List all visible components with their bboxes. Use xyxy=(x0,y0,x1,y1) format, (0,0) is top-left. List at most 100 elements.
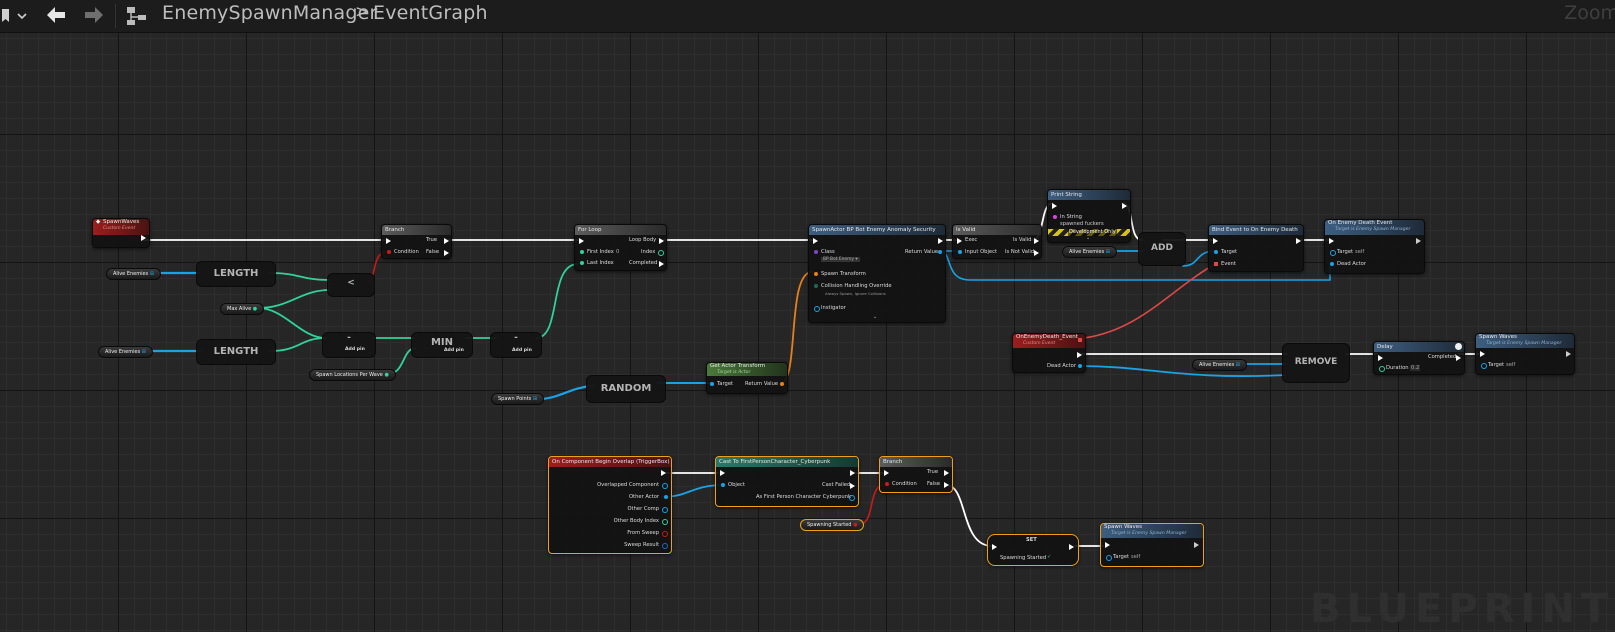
last-index-pin[interactable] xyxy=(580,261,584,265)
exec-true-pin[interactable] xyxy=(944,470,949,476)
sweep-result-pin[interactable] xyxy=(662,543,668,549)
exec-in-pin[interactable] xyxy=(579,238,584,244)
class-pin[interactable] xyxy=(814,250,818,254)
target-pin[interactable] xyxy=(1106,555,1112,561)
for-loop-node[interactable]: For Loop Loop Body First Index 0 Index L… xyxy=(574,224,667,271)
exec-true-pin[interactable] xyxy=(444,238,449,244)
exec-out-pin[interactable] xyxy=(850,470,855,476)
add-pin-button[interactable]: Add pin xyxy=(345,347,365,352)
get-actor-transform-node[interactable]: Get Actor Transform Target is Actor Targ… xyxy=(706,362,788,394)
exec-out-pin[interactable] xyxy=(938,238,943,244)
overlapped-component-pin[interactable] xyxy=(662,483,668,489)
min-node[interactable]: MIN Add pin xyxy=(411,332,473,358)
add-pin-button[interactable]: Add pin xyxy=(512,348,532,353)
condition-pin[interactable] xyxy=(885,482,889,486)
exec-out-pin[interactable] xyxy=(1194,542,1199,548)
exec-in-pin[interactable] xyxy=(720,470,725,476)
collision-dropdown[interactable]: Always Spawn, Ignore Collisions xyxy=(825,291,886,296)
dead-actor-pin[interactable] xyxy=(1330,262,1334,266)
event-delegate-pin[interactable] xyxy=(1214,262,1218,266)
target-pin[interactable] xyxy=(1330,250,1336,256)
subtract-node[interactable]: - Add pin xyxy=(322,332,376,358)
array-length-node[interactable]: LENGTH xyxy=(196,261,276,287)
exec-in-pin[interactable] xyxy=(1213,238,1218,244)
target-pin[interactable] xyxy=(710,382,714,386)
duration-pin[interactable] xyxy=(1379,366,1385,372)
spawn-locations-per-wave-getter[interactable]: Spawn Locations Per Wave ● xyxy=(309,369,396,381)
object-pin[interactable] xyxy=(721,483,725,487)
duration-value-field[interactable]: 0.2 xyxy=(1410,365,1421,371)
exec-out-pin[interactable] xyxy=(1296,238,1301,244)
on-component-begin-overlap-node[interactable]: On Component Begin Overlap (TriggerBox) … xyxy=(548,456,672,554)
index-pin[interactable] xyxy=(658,250,664,256)
exec-out-pin[interactable] xyxy=(1077,352,1082,358)
spawnwaves-event-node[interactable]: ◆ SpawnWaves Custom Event xyxy=(92,218,150,248)
checkbox-checked-icon[interactable]: ✓ xyxy=(1047,554,1051,560)
exec-out-pin[interactable] xyxy=(661,470,666,476)
input-object-pin[interactable] xyxy=(958,250,962,254)
add-pin-button[interactable]: Add pin xyxy=(444,348,464,353)
spawn-points-getter[interactable]: Spawn Points ⊞ xyxy=(491,393,545,405)
array-add-node[interactable]: ADD xyxy=(1138,232,1186,266)
exec-in-pin[interactable] xyxy=(386,238,391,244)
cast-failed-pin[interactable] xyxy=(850,483,855,489)
bind-event-node[interactable]: Bind Event to On Enemy Death Target Even… xyxy=(1208,224,1304,272)
completed-pin[interactable] xyxy=(659,261,664,267)
exec-out-pin[interactable] xyxy=(1069,544,1074,550)
completed-pin[interactable] xyxy=(1456,355,1461,361)
expand-chevron-icon[interactable]: ⌄ xyxy=(1086,235,1090,241)
spawn-waves-call-node[interactable]: Spawn Waves Target is Enemy Spawn Manage… xyxy=(1100,523,1204,567)
cast-to-character-node[interactable]: Cast To FirstPersonCharacter_Cyberpunk O… xyxy=(715,456,859,507)
print-string-node[interactable]: Print String In String spawned fuckers D… xyxy=(1047,189,1131,243)
exec-out-pin[interactable] xyxy=(1122,203,1127,209)
exec-in-pin[interactable] xyxy=(1105,542,1110,548)
return-value-pin[interactable] xyxy=(780,382,784,386)
array-remove-node[interactable]: REMOVE xyxy=(1282,343,1350,383)
alive-enemies-getter[interactable]: Alive Enemies ⊞ xyxy=(1192,359,1247,371)
return-value-pin[interactable] xyxy=(938,250,942,254)
branch-node[interactable]: Branch True Condition False xyxy=(879,456,953,493)
first-index-value[interactable]: 0 xyxy=(616,249,619,255)
array-length-node[interactable]: LENGTH xyxy=(196,339,276,365)
on-enemy-death-event-call-node[interactable]: On Enemy Death Event Target is Enemy Spa… xyxy=(1324,219,1425,274)
delegate-out-pin[interactable] xyxy=(1078,338,1082,342)
exec-in-pin[interactable] xyxy=(1378,355,1383,361)
exec-false-pin[interactable] xyxy=(444,250,449,256)
alive-enemies-getter[interactable]: Alive Enemies ⊞ xyxy=(106,268,161,280)
exec-in-pin[interactable] xyxy=(957,238,962,244)
expand-chevron-icon[interactable]: ⌄ xyxy=(873,314,877,320)
exec-out-pin[interactable] xyxy=(141,235,146,241)
delay-node[interactable]: Delay Completed Duration 0.2 xyxy=(1373,341,1465,375)
exec-in-pin[interactable] xyxy=(992,544,997,550)
spawn-actor-node[interactable]: SpawnActor BP Bot Enemy Anomaly Security… xyxy=(808,224,946,323)
on-enemy-death-custom-event-node[interactable]: OnEnemyDeath_Event Custom Event Dead Act… xyxy=(1012,333,1086,373)
in-string-pin[interactable] xyxy=(1053,215,1057,219)
alive-enemies-getter[interactable]: Alive Enemies ⊞ xyxy=(1062,246,1117,258)
exec-in-pin[interactable] xyxy=(1480,351,1485,357)
set-variable-node[interactable]: SET Spawning Started ✓ xyxy=(987,534,1079,566)
target-pin[interactable] xyxy=(1214,250,1218,254)
is-valid-node[interactable]: Is Valid Exec Is Valid Input Object Is N… xyxy=(952,224,1042,259)
exec-out-pin[interactable] xyxy=(1416,238,1421,244)
other-actor-pin[interactable] xyxy=(664,495,668,499)
from-sweep-pin[interactable] xyxy=(662,531,668,537)
exec-out-pin[interactable] xyxy=(1566,351,1571,357)
branch-node[interactable]: Branch True Condition False xyxy=(381,224,452,259)
less-than-node[interactable]: < xyxy=(327,273,375,297)
spawn-transform-pin[interactable] xyxy=(814,272,818,276)
is-not-valid-pin[interactable] xyxy=(1034,250,1039,256)
collision-pin[interactable] xyxy=(814,284,818,288)
alive-enemies-getter[interactable]: Alive Enemies ⊞ xyxy=(98,346,153,358)
exec-in-pin[interactable] xyxy=(1052,203,1057,209)
other-comp-pin[interactable] xyxy=(662,507,668,513)
loop-body-pin[interactable] xyxy=(659,238,664,244)
random-array-item-node[interactable]: RANDOM xyxy=(586,375,666,403)
spawning-started-getter[interactable]: Spawning Started ● xyxy=(800,519,865,531)
as-character-pin[interactable] xyxy=(849,495,855,501)
max-alive-getter[interactable]: Max Alive ● xyxy=(220,303,265,315)
first-index-pin[interactable] xyxy=(580,250,584,254)
exec-false-pin[interactable] xyxy=(944,482,949,488)
condition-pin[interactable] xyxy=(387,250,391,254)
is-valid-pin[interactable] xyxy=(1034,238,1039,244)
subtract-one-node[interactable]: - Add pin xyxy=(490,332,542,358)
